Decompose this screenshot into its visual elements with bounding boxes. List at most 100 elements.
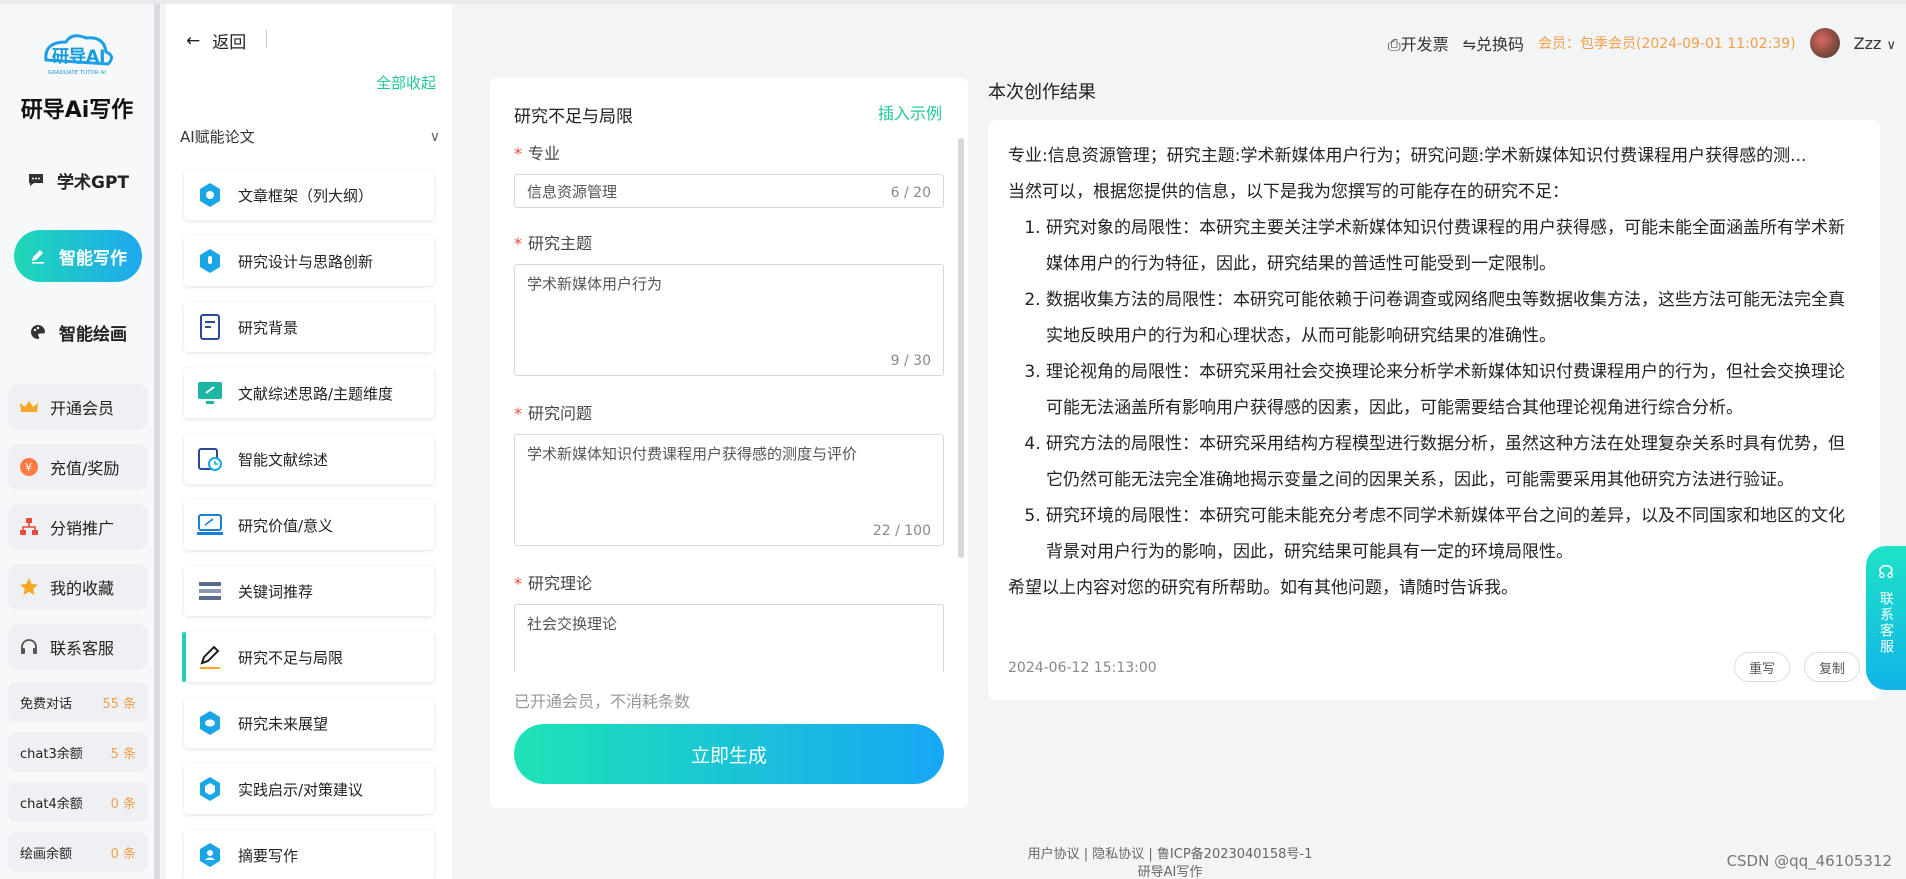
invoice-link[interactable]: ⎙开发票 [1388, 31, 1449, 55]
user-circle-icon [200, 843, 220, 867]
headset-icon: ☊ [1878, 562, 1894, 583]
watermark: CSDN @qq_46105312 [1726, 852, 1892, 870]
menu-item-background[interactable]: 研究背景 [184, 302, 434, 352]
collapse-all-link[interactable]: 全部收起 [376, 72, 436, 93]
invoice-label: 开发票 [1400, 35, 1449, 54]
divider [266, 30, 267, 48]
menu-item-abstract[interactable]: 摘要写作 [184, 830, 434, 879]
exchange-icon: ⇋ [1462, 35, 1476, 54]
util-recharge[interactable]: ¥ 充值/奖励 [8, 444, 148, 490]
chat-icon [28, 174, 43, 186]
copy-button[interactable]: 复制 [1804, 652, 1860, 682]
avatar[interactable] [1809, 28, 1840, 58]
quota-count: 5 条 [110, 746, 136, 762]
util-label: 我的收藏 [50, 579, 115, 598]
redeem-link[interactable]: ⇋兑换码 [1463, 31, 1524, 55]
input-value: 学术新媒体用户行为 [527, 275, 663, 293]
nav-smart-drawing[interactable]: 智能绘画 [14, 306, 142, 358]
result-timestamp: 2024-06-12 15:13:00 [1008, 660, 1157, 676]
menu-item-value[interactable]: 研究价值/意义 [184, 500, 434, 550]
quota-label: 绘画余额 [20, 846, 73, 862]
menu-item-label: 研究背景 [238, 318, 299, 337]
palette-icon [31, 324, 45, 339]
calendar-clock-icon [198, 448, 222, 471]
result-closing: 希望以上内容对您的研究有所帮助。如有其他问题，请随时告诉我。 [1008, 578, 1518, 598]
question-textarea[interactable]: 学术新媒体知识付费课程用户获得感的测度与评价 22 / 100 [514, 434, 944, 546]
util-label: 分销推广 [50, 519, 115, 538]
menu-item-smart-review[interactable]: 智能文献综述 [184, 434, 434, 484]
laptop-icon [197, 514, 223, 535]
quota-count: 0 条 [110, 796, 136, 812]
result-panel: 专业:信息资源管理；研究主题:学术新媒体用户行为；研究问题:学术新媒体知识付费课… [988, 120, 1880, 700]
floating-contact-service[interactable]: ☊ 联系客服 [1866, 546, 1906, 690]
section-ai-paper[interactable]: AI赋能论文 ∨ [180, 126, 440, 147]
result-list: 研究对象的局限性：本研究主要关注学术新媒体知识付费课程的用户获得感，可能未能全面… [1008, 210, 1860, 570]
list-item: 研究方法的局限性：本研究采用结构方程模型进行数据分析，虽然这种方法在处理复杂关系… [1046, 426, 1860, 498]
menu-item-label: 文献综述思路/主题维度 [238, 384, 394, 403]
chevron-down-icon: ∨ [1886, 37, 1896, 53]
logo-text: 研导AI [52, 47, 105, 67]
menu-item-limitations[interactable]: 研究不足与局限 [182, 632, 434, 682]
form-scrollbar[interactable] [958, 138, 964, 558]
util-favorites[interactable]: 我的收藏 [8, 564, 148, 610]
list-item: 研究对象的局限性：本研究主要关注学术新媒体知识付费课程的用户获得感，可能未能全面… [1046, 210, 1860, 282]
footer: 用户协议 | 隐私协议 | 鲁ICP备2023040158号-1 研导AI写作 [1020, 846, 1320, 879]
footer-links[interactable]: 用户协议 | 隐私协议 | 鲁ICP备2023040158号-1 [1020, 846, 1320, 864]
back-label: 返回 [212, 33, 247, 53]
label-text: 研究问题 [528, 404, 593, 423]
svg-text:¥: ¥ [25, 461, 32, 474]
framework-icon [200, 183, 220, 207]
menu-item-label: 研究未来展望 [238, 714, 329, 733]
member-note: 已开通会员，不消耗条数 [514, 692, 691, 711]
char-count: 6 / 20 [890, 185, 931, 201]
printer-icon: ⎙ [1387, 35, 1401, 54]
header-links: ⎙开发票 ⇋兑换码 会员：包季会员(2024-09-01 11:02:39) Z… [1388, 28, 1896, 58]
logo-sub-text: GRADUATE TUTOR AI [48, 70, 106, 76]
pen-icon [32, 250, 44, 264]
theory-textarea[interactable]: 社会交换理论 [514, 604, 944, 672]
major-input[interactable]: 信息资源管理 6 / 20 [514, 174, 944, 208]
menu-item-label: 研究价值/意义 [238, 516, 334, 535]
result-title: 本次创作结果 [988, 82, 1096, 103]
topic-textarea[interactable]: 学术新媒体用户行为 9 / 30 [514, 264, 944, 376]
generate-button[interactable]: 立即生成 [514, 724, 944, 784]
util-distribution[interactable]: 分销推广 [8, 504, 148, 550]
field-question-label: * 研究问题 [514, 400, 592, 424]
menu-item-practice[interactable]: 实践启示/对策建议 [184, 764, 434, 814]
insert-example-link[interactable]: 插入示例 [878, 100, 942, 124]
quota-label: chat3余额 [20, 746, 83, 762]
nav-label: 智能写作 [59, 248, 127, 269]
menu-item-label: 文章框架（列大纲） [238, 186, 374, 205]
user-menu[interactable]: Zzz ∨ [1854, 34, 1896, 53]
hexagon-icon [200, 777, 220, 801]
field-topic-label: * 研究主题 [514, 230, 592, 254]
nav-smart-writing[interactable]: 智能写作 [14, 230, 142, 282]
quota-label: 免费对话 [20, 696, 73, 712]
nav-label: 智能绘画 [59, 324, 127, 345]
label-text: 专业 [528, 144, 561, 163]
menu-item-literature-dimensions[interactable]: 文献综述思路/主题维度 [184, 368, 434, 418]
nav-academic-gpt[interactable]: 学术GPT [14, 154, 142, 206]
util-open-membership[interactable]: 开通会员 [8, 384, 148, 430]
menu-item-label: 摘要写作 [238, 846, 299, 865]
lightbulb-icon [200, 249, 220, 273]
back-button[interactable]: ← 返回 [186, 28, 247, 54]
char-count: 9 / 30 [890, 353, 931, 369]
nav-label: 学术GPT [56, 172, 129, 193]
star-icon [20, 578, 38, 595]
menu-item-framework[interactable]: 文章框架（列大纲） [184, 170, 434, 220]
quota-chat4: chat4余额 0 条 [8, 782, 148, 822]
pencil-icon [200, 645, 220, 669]
arrow-left-icon: ← [186, 30, 201, 51]
menu-item-research-design[interactable]: 研究设计与思路创新 [184, 236, 434, 286]
menu-item-future[interactable]: 研究未来展望 [184, 698, 434, 748]
quota-label: chat4余额 [20, 796, 83, 812]
rewrite-button[interactable]: 重写 [1734, 652, 1790, 682]
quota-count: 55 条 [102, 696, 136, 712]
quota-chat3: chat3余额 5 条 [8, 732, 148, 772]
field-theory-label: * 研究理论 [514, 570, 592, 594]
menu-item-keywords[interactable]: 关键词推荐 [184, 566, 434, 616]
quota-count: 0 条 [110, 846, 136, 862]
util-contact-service[interactable]: 联系客服 [8, 624, 148, 670]
field-major-label: * 专业 [514, 140, 560, 164]
